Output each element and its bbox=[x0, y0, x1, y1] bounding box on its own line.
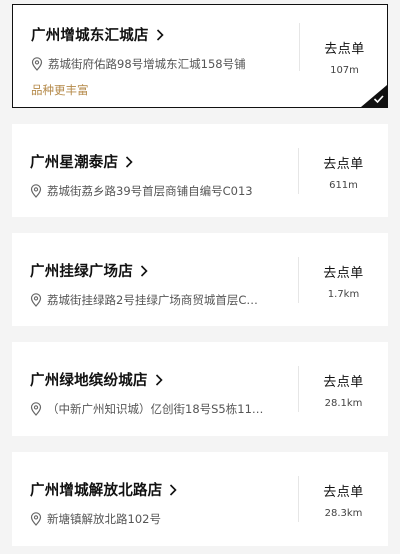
store-distance: 1.7km bbox=[327, 289, 360, 300]
chevron-right-icon bbox=[170, 483, 177, 496]
store-distance: 28.3km bbox=[324, 508, 363, 519]
order-button[interactable]: 去点单 1.7km bbox=[299, 262, 388, 300]
store-name: 广州增城解放北路店 bbox=[30, 483, 163, 499]
location-pin-icon bbox=[30, 184, 42, 198]
location-pin-icon bbox=[30, 293, 42, 307]
store-card-guaLv-guangchang[interactable]: 广州挂绿广场店 荔城街挂绿路2号挂绿广场商贸城首层C… 去点单 1.7km bbox=[12, 233, 388, 326]
store-name: 广州绿地缤纷城店 bbox=[30, 373, 148, 389]
location-pin-icon bbox=[31, 57, 43, 71]
store-name-row[interactable]: 广州星潮泰店 bbox=[30, 151, 292, 172]
order-label: 去点单 bbox=[324, 42, 365, 57]
store-card-xingchaotai[interactable]: 广州星潮泰店 荔城街荔乡路39号首层商铺自编号C013 去点单 611m bbox=[12, 124, 388, 217]
selected-check-icon bbox=[361, 85, 387, 107]
store-tag: 品种更丰富 bbox=[31, 83, 89, 97]
store-card-zengcheng-donghuicheng[interactable]: 广州增城东汇城店 荔城街府佑路98号增城东汇城158号铺 品种更丰富 去点单 1… bbox=[12, 4, 388, 108]
store-list: 广州增城东汇城店 荔城街府佑路98号增城东汇城158号铺 品种更丰富 去点单 1… bbox=[0, 0, 400, 554]
location-pin-icon bbox=[30, 512, 42, 526]
location-pin-icon bbox=[30, 402, 42, 416]
store-distance: 28.1km bbox=[324, 398, 363, 409]
chevron-right-icon bbox=[156, 28, 164, 41]
chevron-right-icon bbox=[140, 264, 148, 277]
store-address: 荔城街挂绿路2号挂绿广场商贸城首层C… bbox=[47, 293, 258, 307]
address-row: 荔城街荔乡路39号首层商铺自编号C013 bbox=[30, 183, 292, 199]
chevron-right-icon bbox=[126, 155, 133, 168]
store-name: 广州增城东汇城店 bbox=[31, 28, 149, 44]
store-card-jiefang-beilu[interactable]: 广州增城解放北路店 新塘镇解放北路102号 去点单 28.3km bbox=[12, 452, 388, 546]
address-row: 荔城街挂绿路2号挂绿广场商贸城首层C… bbox=[30, 292, 292, 308]
order-label: 去点单 bbox=[323, 266, 364, 281]
address-row: 荔城街府佑路98号增城东汇城158号铺 bbox=[31, 56, 293, 72]
store-name-row[interactable]: 广州增城东汇城店 bbox=[31, 24, 293, 45]
store-address: 新塘镇解放北路102号 bbox=[47, 512, 161, 526]
order-label: 去点单 bbox=[323, 157, 364, 172]
store-info: 广州增城解放北路店 新塘镇解放北路102号 bbox=[30, 479, 292, 527]
store-address: 荔城街荔乡路39号首层商铺自编号C013 bbox=[47, 184, 253, 198]
store-name: 广州挂绿广场店 bbox=[30, 264, 133, 280]
store-info: 广州增城东汇城店 荔城街府佑路98号增城东汇城158号铺 品种更丰富 bbox=[31, 24, 293, 98]
order-label: 去点单 bbox=[323, 375, 364, 390]
store-address: 荔城街府佑路98号增城东汇城158号铺 bbox=[48, 57, 246, 71]
store-name-row[interactable]: 广州增城解放北路店 bbox=[30, 479, 292, 500]
store-name: 广州星潮泰店 bbox=[30, 155, 119, 171]
order-button[interactable]: 去点单 28.3km bbox=[299, 481, 388, 519]
order-button[interactable]: 去点单 28.1km bbox=[299, 371, 388, 409]
store-name-row[interactable]: 广州绿地缤纷城店 bbox=[30, 369, 292, 390]
store-info: 广州绿地缤纷城店 （中新广州知识城）亿创街18号S5栋11… bbox=[30, 369, 292, 417]
store-card-lvdi-binfencheng[interactable]: 广州绿地缤纷城店 （中新广州知识城）亿创街18号S5栋11… 去点单 28.1k… bbox=[12, 342, 388, 436]
store-address: （中新广州知识城）亿创街18号S5栋11… bbox=[47, 402, 264, 416]
store-distance: 611m bbox=[329, 180, 358, 191]
order-button[interactable]: 去点单 107m bbox=[300, 38, 387, 76]
store-info: 广州星潮泰店 荔城街荔乡路39号首层商铺自编号C013 bbox=[30, 151, 292, 199]
order-label: 去点单 bbox=[323, 485, 364, 500]
address-row: 新塘镇解放北路102号 bbox=[30, 511, 292, 527]
chevron-right-icon bbox=[155, 373, 163, 386]
order-button[interactable]: 去点单 611m bbox=[299, 153, 388, 191]
store-info: 广州挂绿广场店 荔城街挂绿路2号挂绿广场商贸城首层C… bbox=[30, 260, 292, 308]
store-name-row[interactable]: 广州挂绿广场店 bbox=[30, 260, 292, 281]
address-row: （中新广州知识城）亿创街18号S5栋11… bbox=[30, 401, 292, 417]
store-distance: 107m bbox=[330, 65, 359, 76]
